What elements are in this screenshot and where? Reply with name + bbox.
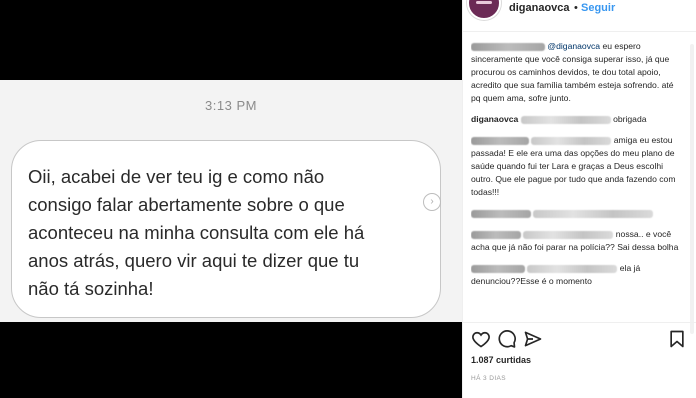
comment-item: ela já denunciou??Esse é o momento [471, 262, 685, 288]
heart-icon[interactable] [471, 329, 491, 349]
comment-item: amiga eu estou passada! E ele era uma da… [471, 134, 685, 199]
message-screenshot: 3:13 PM Oii, acabei de ver teu ig e como… [0, 80, 462, 322]
bookmark-icon[interactable] [667, 329, 687, 349]
comment-text: obrigada [613, 114, 647, 124]
comments-scrollbar[interactable] [690, 44, 694, 334]
message-bubble: Oii, acabei de ver teu ig e como não con… [11, 140, 441, 318]
redacted-mention [520, 115, 611, 124]
comments-list[interactable]: @diganaovca eu espero sinceramente que v… [471, 40, 685, 322]
follow-button[interactable]: Seguir [581, 2, 615, 14]
separator-dot: • [574, 2, 578, 14]
redacted-username [471, 42, 545, 51]
comment-username[interactable]: diganaovca [471, 114, 518, 124]
mention-link[interactable]: @diganaovca [547, 41, 600, 51]
comment-item: @diganaovca eu espero sinceramente que v… [471, 40, 685, 105]
chevron-right-icon: › [423, 193, 441, 211]
message-time: 3:13 PM [205, 98, 257, 113]
redacted-mention [523, 230, 614, 239]
comment-icon[interactable] [497, 329, 517, 349]
post-sidebar: diganaovca • Seguir @diganaovca eu esper… [462, 0, 696, 398]
post-media: 3:13 PM Oii, acabei de ver teu ig e como… [0, 0, 462, 398]
comment-item: diganaovca obrigada [471, 113, 685, 126]
post-header: diganaovca • Seguir [463, 0, 696, 32]
comment-item-redacted [471, 207, 685, 220]
post-timestamp: HÁ 3 DIAS [471, 375, 507, 382]
comment-item: nossa.. e você acha que já não foi parar… [471, 228, 685, 254]
avatar[interactable] [467, 0, 501, 20]
redacted-username [471, 230, 521, 239]
redacted-username [471, 136, 529, 145]
share-icon[interactable] [523, 329, 543, 349]
redacted-mention [527, 264, 618, 273]
redacted-mention [531, 136, 612, 145]
message-text: Oii, acabei de ver teu ig e como não con… [28, 166, 365, 299]
username-link[interactable]: diganaovca [509, 2, 570, 14]
redacted-username [471, 264, 525, 273]
likes-count[interactable]: 1.087 curtidas [471, 355, 531, 365]
post-actions: 1.087 curtidas HÁ 3 DIAS [463, 322, 696, 398]
